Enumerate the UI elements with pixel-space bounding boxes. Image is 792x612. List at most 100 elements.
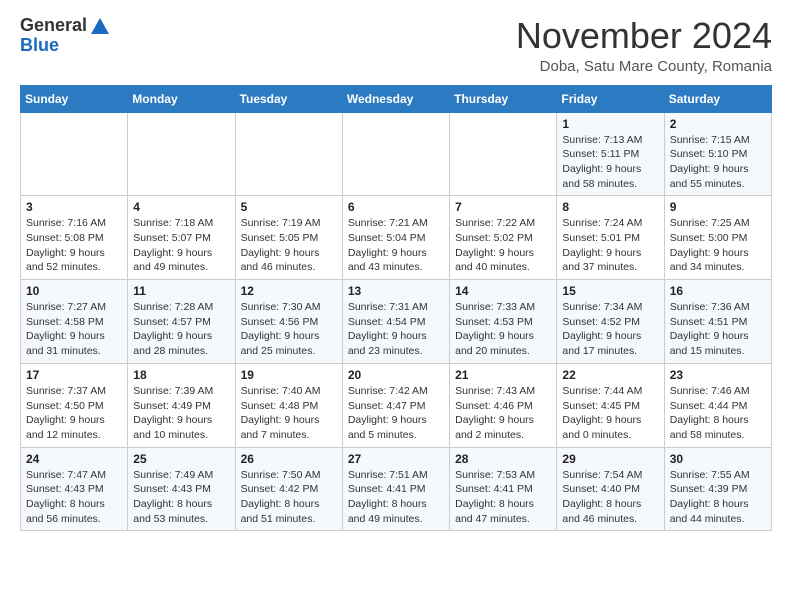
calendar-cell: 11Sunrise: 7:28 AM Sunset: 4:57 PM Dayli… <box>128 280 235 364</box>
day-number: 23 <box>670 368 766 382</box>
day-info: Sunrise: 7:46 AM Sunset: 4:44 PM Dayligh… <box>670 384 766 443</box>
day-info: Sunrise: 7:44 AM Sunset: 4:45 PM Dayligh… <box>562 384 658 443</box>
calendar-cell: 24 Sunrise: 7:47 AM Sunset: 4:43 PM Dayli… <box>21 447 128 531</box>
weekday-header: Friday <box>557 85 664 112</box>
calendar-cell: 12 Sunrise: 7:30 AM Sunset: 4:56 PM Dayli… <box>235 280 342 364</box>
page: General Blue November 2024 Doba, Satu Ma… <box>0 0 792 547</box>
calendar-cell <box>235 112 342 196</box>
day-number: 9 <box>670 200 766 214</box>
day-info: Sunrise: 7:39 AM Sunset: 4:49 PM Dayligh… <box>133 384 229 443</box>
day-info: Sunrise: 7:49 AM Sunset: 4:43 PM Dayligh… <box>133 468 229 527</box>
day-info: Sunrise: 7:16 AM Sunset: 5:08 PM Dayligh… <box>26 216 122 275</box>
day-number: 18 <box>133 368 229 382</box>
day-info: Sunrise: 7:13 AM Sunset: 5:11 PM Dayligh… <box>562 133 658 192</box>
day-number: 13 <box>348 284 444 298</box>
day-info: Sunrise: 7:37 AM Sunset: 4:50 PM Dayligh… <box>26 384 122 443</box>
day-number: 29 <box>562 452 658 466</box>
calendar-cell: 10Sunrise: 7:27 AM Sunset: 4:58 PM Dayli… <box>21 280 128 364</box>
day-info: Sunrise: 7:15 AM Sunset: 5:10 PM Dayligh… <box>670 133 766 192</box>
weekday-header: Wednesday <box>342 85 449 112</box>
weekday-header: Sunday <box>21 85 128 112</box>
day-info: Sunrise: 7:40 AM Sunset: 4:48 PM Dayligh… <box>241 384 337 443</box>
calendar-cell: 30 Sunrise: 7:55 AM Sunset: 4:39 PM Dayli… <box>664 447 771 531</box>
day-number: 24 <box>26 452 122 466</box>
day-info: Sunrise: 7:33 AM Sunset: 4:53 PM Dayligh… <box>455 300 551 359</box>
calendar-cell: 8 Sunrise: 7:24 AM Sunset: 5:01 PM Daylig… <box>557 196 664 280</box>
calendar-cell <box>21 112 128 196</box>
day-info: Sunrise: 7:55 AM Sunset: 4:39 PM Dayligh… <box>670 468 766 527</box>
logo-text-block: General Blue <box>20 16 109 56</box>
day-info: Sunrise: 7:43 AM Sunset: 4:46 PM Dayligh… <box>455 384 551 443</box>
calendar-cell: 22 Sunrise: 7:44 AM Sunset: 4:45 PM Dayli… <box>557 363 664 447</box>
day-info: Sunrise: 7:18 AM Sunset: 5:07 PM Dayligh… <box>133 216 229 275</box>
day-number: 5 <box>241 200 337 214</box>
calendar-cell: 21Sunrise: 7:43 AM Sunset: 4:46 PM Dayli… <box>450 363 557 447</box>
weekday-header: Monday <box>128 85 235 112</box>
calendar-cell: 25Sunrise: 7:49 AM Sunset: 4:43 PM Dayli… <box>128 447 235 531</box>
day-info: Sunrise: 7:22 AM Sunset: 5:02 PM Dayligh… <box>455 216 551 275</box>
day-number: 30 <box>670 452 766 466</box>
month-title: November 2024 <box>516 16 772 56</box>
calendar-cell: 19Sunrise: 7:40 AM Sunset: 4:48 PM Dayli… <box>235 363 342 447</box>
day-number: 22 <box>562 368 658 382</box>
day-number: 14 <box>455 284 551 298</box>
calendar-week-row: 3 Sunrise: 7:16 AM Sunset: 5:08 PM Daylig… <box>21 196 772 280</box>
title-block: November 2024 Doba, Satu Mare County, Ro… <box>516 16 772 75</box>
day-number: 15 <box>562 284 658 298</box>
day-info: Sunrise: 7:27 AM Sunset: 4:58 PM Dayligh… <box>26 300 122 359</box>
location: Doba, Satu Mare County, Romania <box>516 58 772 75</box>
calendar-cell: 3 Sunrise: 7:16 AM Sunset: 5:08 PM Daylig… <box>21 196 128 280</box>
day-info: Sunrise: 7:19 AM Sunset: 5:05 PM Dayligh… <box>241 216 337 275</box>
weekday-header: Saturday <box>664 85 771 112</box>
day-number: 12 <box>241 284 337 298</box>
calendar-cell: 5 Sunrise: 7:19 AM Sunset: 5:05 PM Daylig… <box>235 196 342 280</box>
calendar-table: SundayMondayTuesdayWednesdayThursdayFrid… <box>20 85 772 532</box>
weekday-header: Tuesday <box>235 85 342 112</box>
weekday-header: Thursday <box>450 85 557 112</box>
day-info: Sunrise: 7:53 AM Sunset: 4:41 PM Dayligh… <box>455 468 551 527</box>
logo: General Blue <box>20 16 109 56</box>
calendar-week-row: 10Sunrise: 7:27 AM Sunset: 4:58 PM Dayli… <box>21 280 772 364</box>
day-info: Sunrise: 7:31 AM Sunset: 4:54 PM Dayligh… <box>348 300 444 359</box>
calendar-cell: 9Sunrise: 7:25 AM Sunset: 5:00 PM Daylig… <box>664 196 771 280</box>
calendar-week-row: 1Sunrise: 7:13 AM Sunset: 5:11 PM Daylig… <box>21 112 772 196</box>
day-info: Sunrise: 7:36 AM Sunset: 4:51 PM Dayligh… <box>670 300 766 359</box>
calendar-cell: 13 Sunrise: 7:31 AM Sunset: 4:54 PM Dayli… <box>342 280 449 364</box>
calendar-cell: 1Sunrise: 7:13 AM Sunset: 5:11 PM Daylig… <box>557 112 664 196</box>
header: General Blue November 2024 Doba, Satu Ma… <box>20 16 772 75</box>
calendar-cell <box>342 112 449 196</box>
day-number: 20 <box>348 368 444 382</box>
logo-general: General <box>20 16 87 36</box>
day-number: 16 <box>670 284 766 298</box>
calendar-cell <box>128 112 235 196</box>
day-info: Sunrise: 7:54 AM Sunset: 4:40 PM Dayligh… <box>562 468 658 527</box>
day-number: 28 <box>455 452 551 466</box>
day-info: Sunrise: 7:21 AM Sunset: 5:04 PM Dayligh… <box>348 216 444 275</box>
calendar-week-row: 24 Sunrise: 7:47 AM Sunset: 4:43 PM Dayli… <box>21 447 772 531</box>
logo-blue: Blue <box>20 35 59 55</box>
day-info: Sunrise: 7:47 AM Sunset: 4:43 PM Dayligh… <box>26 468 122 527</box>
day-number: 6 <box>348 200 444 214</box>
day-number: 2 <box>670 117 766 131</box>
calendar-cell: 28 Sunrise: 7:53 AM Sunset: 4:41 PM Dayli… <box>450 447 557 531</box>
calendar-cell: 18 Sunrise: 7:39 AM Sunset: 4:49 PM Dayli… <box>128 363 235 447</box>
day-number: 4 <box>133 200 229 214</box>
calendar-cell: 15 Sunrise: 7:34 AM Sunset: 4:52 PM Dayli… <box>557 280 664 364</box>
day-info: Sunrise: 7:24 AM Sunset: 5:01 PM Dayligh… <box>562 216 658 275</box>
day-info: Sunrise: 7:50 AM Sunset: 4:42 PM Dayligh… <box>241 468 337 527</box>
day-info: Sunrise: 7:42 AM Sunset: 4:47 PM Dayligh… <box>348 384 444 443</box>
day-info: Sunrise: 7:30 AM Sunset: 4:56 PM Dayligh… <box>241 300 337 359</box>
calendar-cell <box>450 112 557 196</box>
calendar-cell: 23 Sunrise: 7:46 AM Sunset: 4:44 PM Dayli… <box>664 363 771 447</box>
calendar-cell: 27Sunrise: 7:51 AM Sunset: 4:41 PM Dayli… <box>342 447 449 531</box>
calendar-cell: 4 Sunrise: 7:18 AM Sunset: 5:07 PM Daylig… <box>128 196 235 280</box>
day-number: 3 <box>26 200 122 214</box>
calendar-cell: 6 Sunrise: 7:21 AM Sunset: 5:04 PM Daylig… <box>342 196 449 280</box>
calendar-cell: 17Sunrise: 7:37 AM Sunset: 4:50 PM Dayli… <box>21 363 128 447</box>
day-number: 8 <box>562 200 658 214</box>
day-info: Sunrise: 7:34 AM Sunset: 4:52 PM Dayligh… <box>562 300 658 359</box>
calendar-week-row: 17Sunrise: 7:37 AM Sunset: 4:50 PM Dayli… <box>21 363 772 447</box>
calendar-cell: 29 Sunrise: 7:54 AM Sunset: 4:40 PM Dayli… <box>557 447 664 531</box>
calendar-header-row: SundayMondayTuesdayWednesdayThursdayFrid… <box>21 85 772 112</box>
calendar-cell: 16 Sunrise: 7:36 AM Sunset: 4:51 PM Dayli… <box>664 280 771 364</box>
